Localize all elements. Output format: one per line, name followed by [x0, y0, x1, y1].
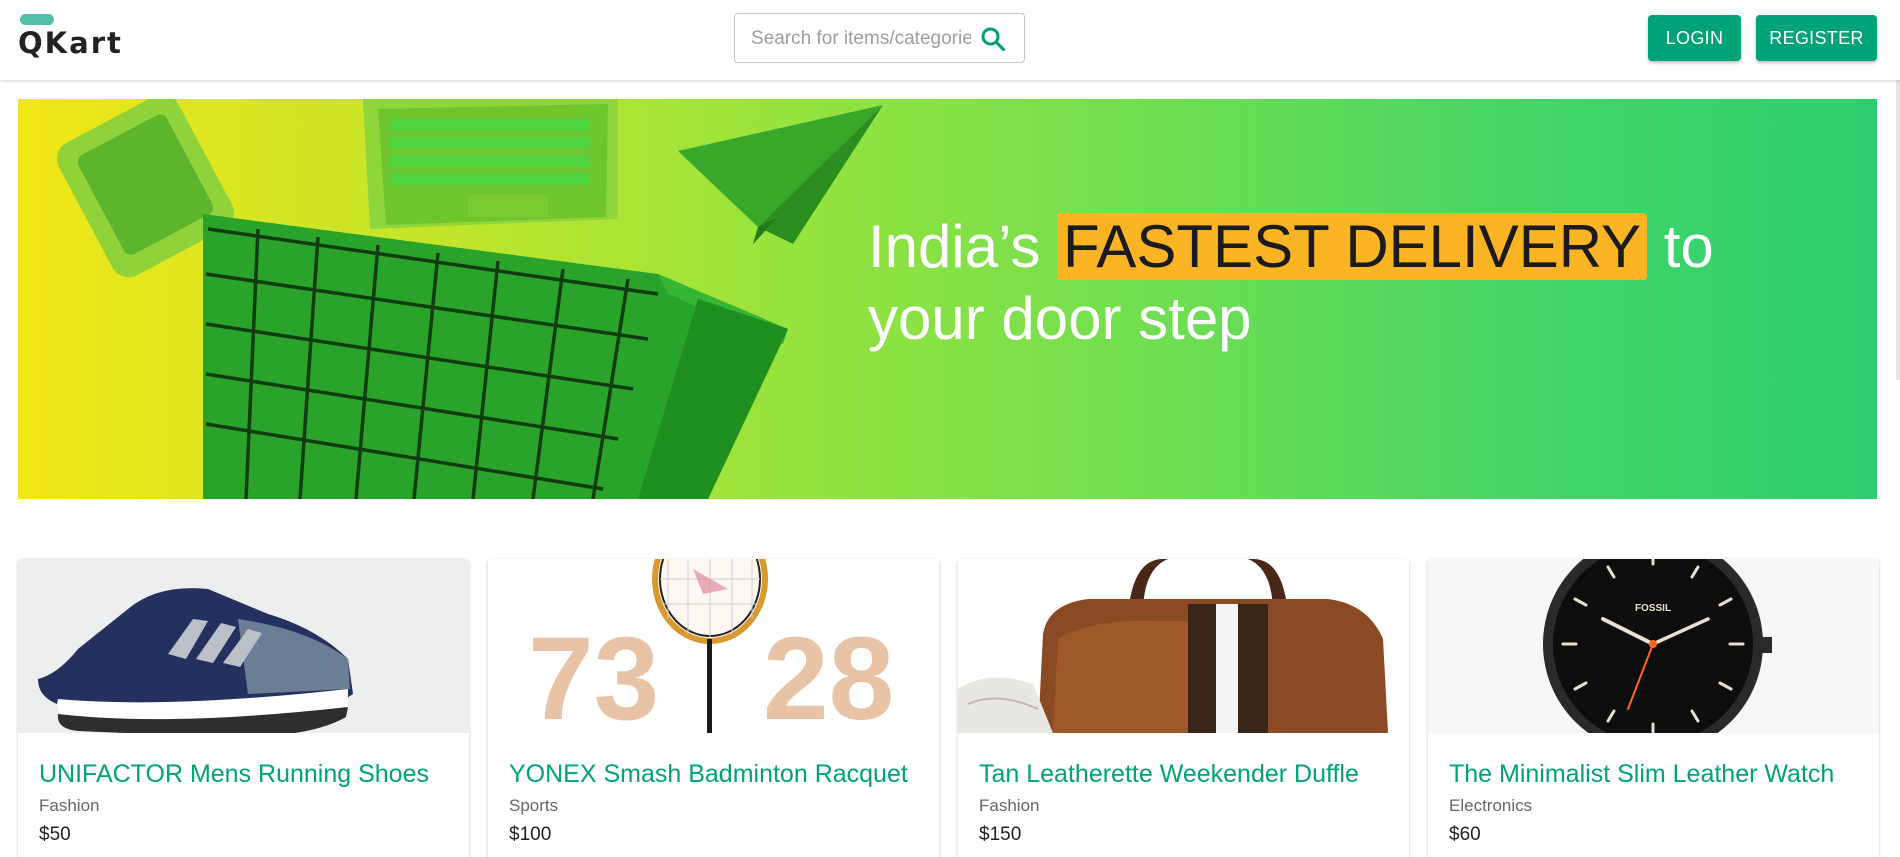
search-input[interactable] [751, 26, 971, 52]
product-price: $50 [39, 824, 71, 845]
hero-highlight: FASTEST DELIVERY [1057, 213, 1648, 280]
product-image[interactable]: 73 28 [488, 559, 939, 733]
qkart-logo[interactable]: QKart [18, 12, 128, 60]
watch-image: FOSSIL [1543, 559, 1772, 733]
product-card[interactable]: UNIFACTOR Mens Running Shoes Fashion $50 [18, 559, 469, 857]
watch-brand-text: FOSSIL [1635, 603, 1671, 614]
shoe-image [38, 588, 353, 733]
product-grid: UNIFACTOR Mens Running Shoes Fashion $50… [18, 559, 1879, 857]
product-price: $100 [509, 824, 552, 845]
product-price: $150 [979, 824, 1022, 845]
search-box [734, 13, 1025, 63]
racquet-number-left: 73 [528, 613, 659, 733]
product-card[interactable]: 73 28 YONEX Smash Badminton Racquet Spor… [488, 559, 939, 857]
paper-plane-illustration [678, 105, 883, 244]
search-icon[interactable] [980, 26, 1006, 52]
cart-illustration [203, 214, 788, 499]
product-category: Sports [509, 796, 559, 815]
product-name[interactable]: YONEX Smash Badminton Racquet [509, 760, 908, 789]
product-price: $60 [1449, 824, 1481, 845]
racquet-image: 73 28 [528, 559, 894, 733]
login-button[interactable]: LOGIN [1648, 15, 1741, 61]
hero-headline: India’s FASTEST DELIVERY to your door st… [868, 211, 1768, 355]
product-card[interactable]: Tan Leatherette Weekender Duffle Fashion… [958, 559, 1409, 857]
logo-text: QKart [18, 26, 123, 60]
register-button[interactable]: REGISTER [1756, 15, 1877, 61]
product-category: Fashion [979, 796, 1040, 815]
product-image[interactable] [958, 559, 1409, 733]
product-name[interactable]: Tan Leatherette Weekender Duffle [979, 760, 1359, 789]
product-category: Electronics [1449, 796, 1533, 815]
hero-text-before: India’s [868, 213, 1058, 280]
hero-banner: India’s FASTEST DELIVERY to your door st… [18, 99, 1877, 499]
product-image[interactable]: FOSSIL [1428, 559, 1879, 733]
product-name[interactable]: UNIFACTOR Mens Running Shoes [39, 760, 429, 789]
shopping-illustration [56, 99, 883, 499]
product-name[interactable]: The Minimalist Slim Leather Watch [1449, 760, 1834, 789]
logo-accent [20, 14, 54, 25]
racquet-number-right: 28 [763, 613, 894, 733]
product-image[interactable] [18, 559, 469, 733]
product-card[interactable]: FOSSIL The Minimalist Slim Leather Watch… [1428, 559, 1879, 857]
duffle-bag-image [958, 559, 1388, 733]
laptop-illustration [363, 99, 618, 229]
app-header: QKart LOGIN REGISTER [0, 0, 1900, 80]
product-category: Fashion [39, 796, 100, 815]
page-scrollbar[interactable] [1896, 80, 1900, 380]
